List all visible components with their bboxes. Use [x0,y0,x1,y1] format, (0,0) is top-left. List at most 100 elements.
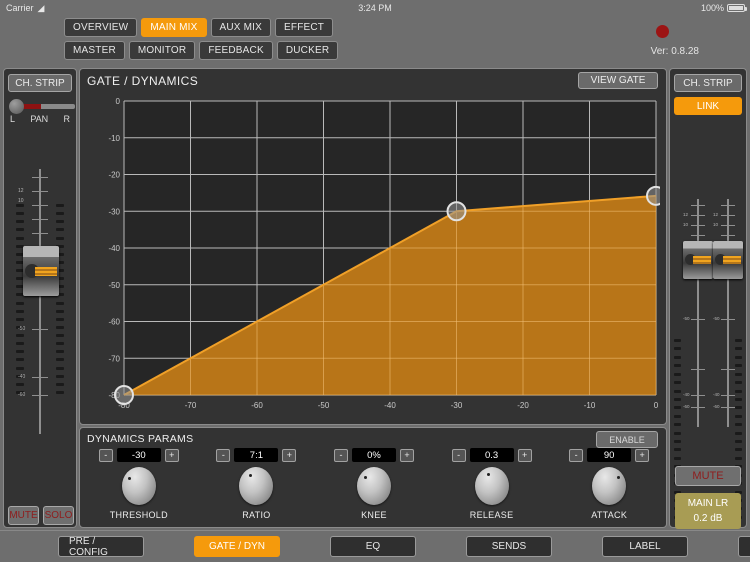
bottom-nav-bar: PRE / CONFIG GATE / DYN EQ SENDS LABEL E… [0,530,750,562]
tab-main-mix[interactable]: MAIN MIX [141,18,207,37]
attack-value[interactable]: 90 [587,448,632,462]
svg-text:-40: -40 [108,244,120,253]
knee-value[interactable]: 0% [351,448,396,462]
tab-grid: OVERVIEW MAIN MIX AUX MIX EFFECT MASTER … [64,18,339,64]
ratio-knob[interactable] [239,467,274,505]
master-tick-10-left: 10 [683,222,689,227]
release-increment-button[interactable]: + [517,448,532,462]
mute-button[interactable]: MUTE [8,506,39,525]
battery-percent-label: 100% [700,3,724,13]
dynamics-params-panel: DYNAMICS PARAMS ENABLE - -30 + THRESHOLD… [79,427,667,528]
nav-eq[interactable]: EQ [330,536,416,557]
pan-slider-knob[interactable] [9,99,24,114]
tab-row-primary: OVERVIEW MAIN MIX AUX MIX EFFECT [64,18,338,37]
tab-monitor[interactable]: MONITOR [128,41,196,60]
view-gate-button[interactable]: VIEW GATE [578,72,658,89]
master-fader-right[interactable]: 12 10 -50 -40 -60 [713,199,743,429]
attack-knob[interactable] [592,467,627,505]
pan-left-label: L [10,114,16,124]
release-label: RELEASE [469,510,514,520]
threshold-label: THRESHOLD [109,510,168,520]
nav-label[interactable]: LABEL [602,536,688,557]
master-fader-handle-left[interactable] [683,241,713,279]
main-stage: CH. STRIP L PAN R 12 10 -50 -40 -60 MUTE… [0,66,750,562]
svg-text:-70: -70 [185,401,197,410]
ratio-decrement-button[interactable]: - [216,448,231,462]
link-button[interactable]: LINK [674,97,742,115]
svg-text:-40: -40 [384,401,396,410]
solo-button[interactable]: SOLO [43,506,74,525]
version-label: Ver: 0.8.28 [650,46,699,57]
knee-knob[interactable] [356,467,391,505]
knee-decrement-button[interactable]: - [333,448,348,462]
top-tab-bar: OVERVIEW MAIN MIX AUX MIX EFFECT MASTER … [0,16,750,66]
channel-fader-area[interactable]: 12 10 -50 -40 -60 [4,169,76,499]
ratio-label: RATIO [242,510,271,520]
ratio-increment-button[interactable]: + [282,448,297,462]
enable-button[interactable]: ENABLE [596,431,658,448]
knee-increment-button[interactable]: + [399,448,414,462]
channel-meter-left [16,204,24,394]
attack-stepper: - 90 + [569,448,650,462]
ceiling-handle[interactable] [646,185,660,206]
master-tick-n40-right: -40 [713,392,720,397]
tab-feedback[interactable]: FEEDBACK [199,41,273,60]
right-ch-strip-button[interactable]: CH. STRIP [674,74,742,92]
release-decrement-button[interactable]: - [451,448,466,462]
master-meter-left [674,339,681,519]
master-fader-track-right[interactable] [727,199,729,427]
status-clock: 3:24 PM [358,3,392,13]
master-tick-n40-left: -40 [683,392,690,397]
threshold-decrement-button[interactable]: - [98,448,113,462]
threshold-value[interactable]: -30 [116,448,161,462]
master-fader-handle-right[interactable] [713,241,743,279]
master-tick-10-right: 10 [713,222,719,227]
record-status-led-icon [656,25,669,38]
tab-overview[interactable]: OVERVIEW [64,18,138,37]
threshold-knob[interactable] [121,467,156,505]
ratio-stepper: - 7:1 + [216,448,297,462]
tab-master[interactable]: MASTER [64,41,125,60]
fader-tick-n50: -50 [18,326,26,332]
nav-exit[interactable]: EXIT [738,536,750,557]
fader-tick-12: 12 [18,188,24,194]
master-mute-button[interactable]: MUTE [675,466,741,486]
master-tick-n60-left: -60 [683,404,690,409]
tab-ducker[interactable]: DUCKER [276,41,339,60]
threshold-increment-button[interactable]: + [164,448,179,462]
attack-increment-button[interactable]: + [635,448,650,462]
svg-text:0: 0 [116,97,121,106]
svg-text:-60: -60 [251,401,263,410]
master-fader-area[interactable]: 12 10 -50 -40 -60 12 10 -50 -40 -60 [670,199,746,519]
knee-label: KNEE [361,510,387,520]
threshold-stepper: - -30 + [98,448,179,462]
fader-tick-n60: -60 [18,392,26,398]
svg-text:-10: -10 [584,401,596,410]
main-lr-tile[interactable]: MAIN LR 0.2 dB [675,493,741,529]
tab-effect[interactable]: EFFECT [275,18,334,37]
knob-row: - -30 + THRESHOLD - 7:1 + RATIO - 0% + K… [80,448,668,520]
release-value[interactable]: 0.3 [469,448,514,462]
master-tick-n50-left: -50 [683,316,690,321]
nav-pre-config[interactable]: PRE / CONFIG [58,536,144,558]
pan-control[interactable]: L PAN R [8,98,75,126]
attack-decrement-button[interactable]: - [569,448,584,462]
release-stepper: - 0.3 + [451,448,532,462]
threshold-handle[interactable] [446,201,467,222]
fader-tick-10: 10 [18,198,24,204]
tab-aux-mix[interactable]: AUX MIX [210,18,272,37]
ratio-value[interactable]: 7:1 [234,448,279,462]
nav-sends[interactable]: SENDS [466,536,552,557]
bottom-nav-group: PRE / CONFIG GATE / DYN EQ SENDS LABEL E… [58,536,750,558]
release-knob[interactable] [474,467,509,505]
master-fader-track-left[interactable] [697,199,699,427]
svg-text:-10: -10 [108,134,120,143]
nav-gate-dyn[interactable]: GATE / DYN [194,536,280,557]
low-handle[interactable] [114,385,134,405]
channel-fader-handle[interactable] [23,246,59,296]
tab-row-secondary: MASTER MONITOR FEEDBACK DUCKER [64,41,339,60]
transfer-curve-plot[interactable]: -80 -70 -60 -50 -40 -30 -20 -10 0 0 -10 -20 -30 -40 -5… [102,95,660,415]
master-fader-left[interactable]: 12 10 -50 -40 -60 [683,199,713,429]
svg-text:-30: -30 [108,207,120,216]
left-ch-strip-button[interactable]: CH. STRIP [8,74,72,92]
